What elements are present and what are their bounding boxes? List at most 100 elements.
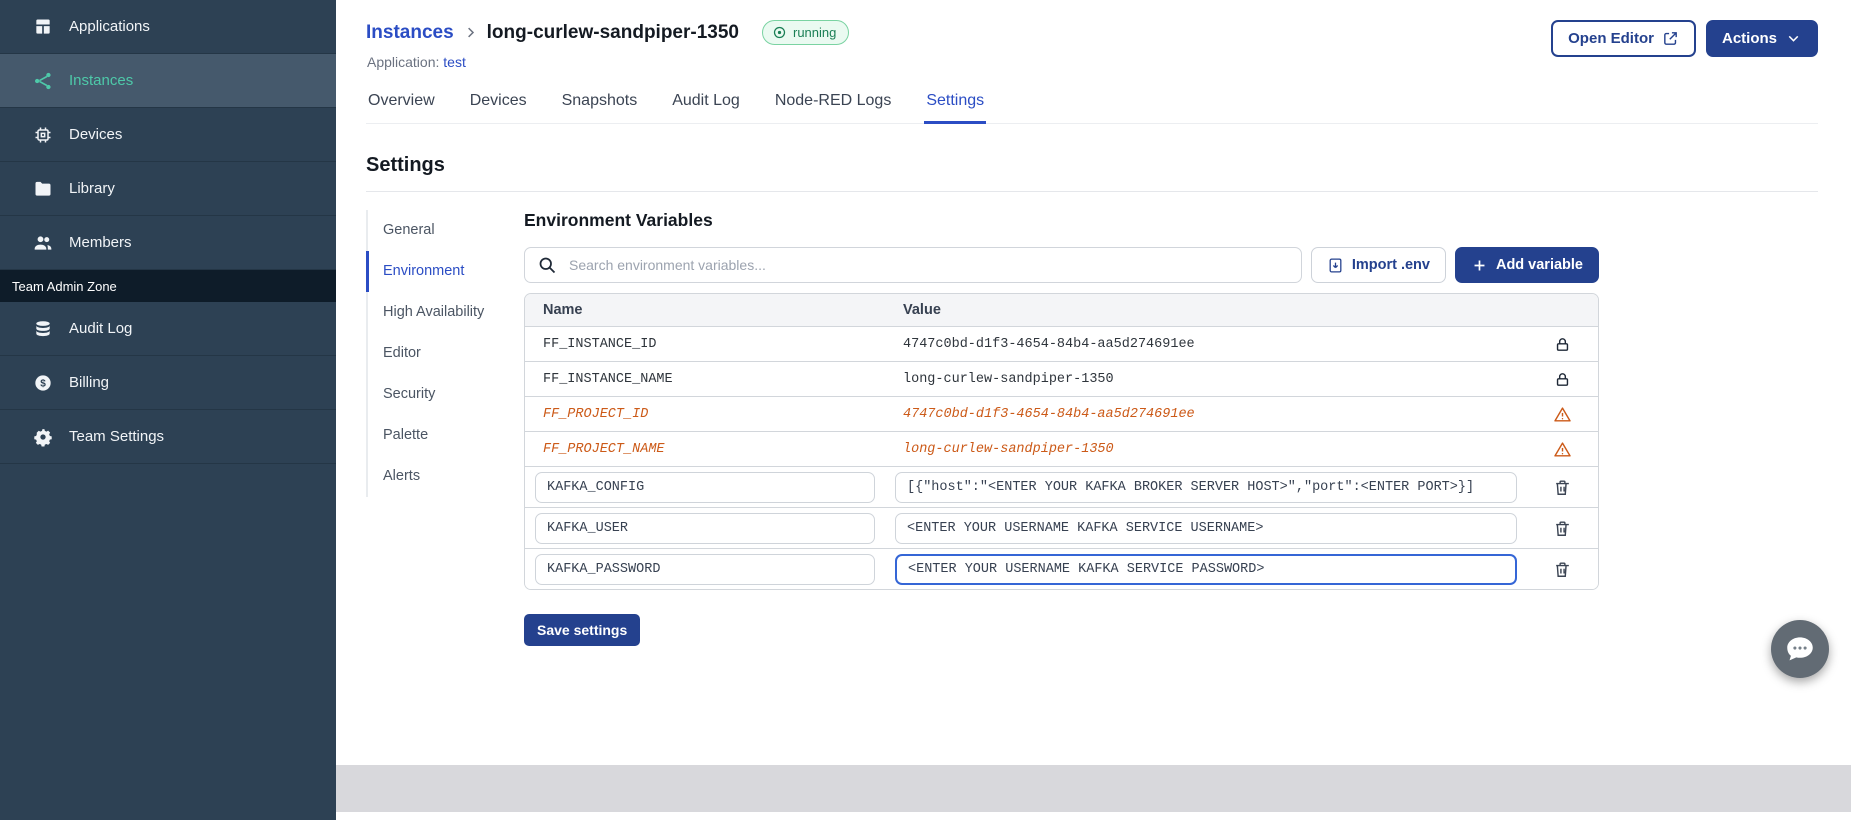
breadcrumb-instances-link[interactable]: Instances xyxy=(366,22,454,44)
chevron-right-icon xyxy=(463,25,478,40)
add-variable-button[interactable]: Add variable xyxy=(1454,247,1599,283)
trash-icon[interactable] xyxy=(1553,478,1572,497)
save-settings-button[interactable]: Save settings xyxy=(524,614,641,646)
trash-icon[interactable] xyxy=(1553,560,1572,579)
env-value-input-focused[interactable] xyxy=(895,553,1517,585)
sidebar-item-label: Audit Log xyxy=(69,320,133,337)
subnav-item-alerts[interactable]: Alerts xyxy=(366,456,524,498)
running-status-icon xyxy=(772,25,787,40)
subnav-item-palette[interactable]: Palette xyxy=(366,415,524,457)
tab-devices[interactable]: Devices xyxy=(468,86,529,123)
plus-icon xyxy=(1471,257,1488,274)
settings-divider xyxy=(366,191,1818,192)
env-value: 4747c0bd-d1f3-4654-84b4-aa5d274691ee xyxy=(903,336,1195,352)
sidebar-item-members[interactable]: Members xyxy=(0,216,336,270)
sidebar-item-applications[interactable]: Applications xyxy=(0,0,336,54)
env-name-input[interactable] xyxy=(535,471,875,503)
search-icon xyxy=(537,255,557,275)
billing-icon: $ xyxy=(33,373,53,393)
env-value: 4747c0bd-d1f3-4654-84b4-aa5d274691ee xyxy=(903,406,1195,422)
library-icon xyxy=(33,179,53,199)
tab-node-red-logs[interactable]: Node-RED Logs xyxy=(773,86,894,123)
application-link[interactable]: test xyxy=(443,54,466,70)
sidebar-item-audit-log[interactable]: Audit Log xyxy=(0,302,336,356)
sidebar-item-library[interactable]: Library xyxy=(0,162,336,216)
header-name: Name xyxy=(543,302,583,318)
settings-title: Settings xyxy=(366,154,445,176)
warning-icon xyxy=(1553,405,1572,424)
chat-widget-button[interactable] xyxy=(1771,620,1829,678)
env-name: FF_INSTANCE_ID xyxy=(543,336,657,352)
table-row xyxy=(525,548,1598,589)
svg-text:$: $ xyxy=(40,378,46,389)
sidebar-item-instances[interactable]: Instances xyxy=(0,54,336,108)
lock-icon xyxy=(1554,371,1571,388)
chat-icon xyxy=(1783,632,1817,666)
subnav-item-security[interactable]: Security xyxy=(366,374,524,416)
env-name: FF_INSTANCE_NAME xyxy=(543,371,673,387)
sidebar-item-label: Applications xyxy=(69,18,150,35)
chevron-down-icon xyxy=(1785,30,1802,47)
sidebar-item-devices[interactable]: Devices xyxy=(0,108,336,162)
env-name-input[interactable] xyxy=(535,512,875,544)
app-window: Applications Instances Devices Library M… xyxy=(0,0,1851,826)
env-name-input[interactable] xyxy=(535,553,875,585)
tab-settings[interactable]: Settings xyxy=(924,86,987,124)
sidebar-item-label: Instances xyxy=(69,72,134,89)
environment-panel: Environment Variables Impo xyxy=(524,210,1599,646)
trash-icon[interactable] xyxy=(1553,519,1572,538)
subnav-item-general[interactable]: General xyxy=(366,210,524,252)
table-row xyxy=(525,507,1598,548)
application-label: Application: xyxy=(367,54,440,70)
sidebar-item-label: Library xyxy=(69,180,115,197)
footer-band xyxy=(336,765,1851,812)
subnav-item-editor[interactable]: Editor xyxy=(366,333,524,375)
applications-icon xyxy=(33,17,53,37)
status-badge-label: running xyxy=(793,25,837,40)
open-editor-button[interactable]: Open Editor xyxy=(1551,20,1696,57)
tab-snapshots[interactable]: Snapshots xyxy=(560,86,640,123)
import-env-button[interactable]: Import .env xyxy=(1310,247,1446,283)
env-name: FF_PROJECT_NAME xyxy=(543,441,665,457)
tab-audit-log[interactable]: Audit Log xyxy=(670,86,742,123)
actions-label: Actions xyxy=(1721,30,1777,47)
audit-log-icon xyxy=(33,319,53,339)
search-wrap xyxy=(524,247,1302,283)
header-value: Value xyxy=(903,302,941,318)
settings-content: Settings General Environment High Availa… xyxy=(336,154,1851,646)
sidebar-item-label: Billing xyxy=(69,374,110,391)
sidebar-item-billing[interactable]: $ Billing xyxy=(0,356,336,410)
breadcrumb: Instances long-curlew-sandpiper-1350 run… xyxy=(366,20,850,45)
env-value-input[interactable] xyxy=(895,471,1517,503)
search-input[interactable] xyxy=(524,247,1302,283)
lock-icon xyxy=(1554,336,1571,353)
sidebar-item-team-settings[interactable]: Team Settings xyxy=(0,410,336,464)
sidebar: Applications Instances Devices Library M… xyxy=(0,0,336,820)
subnav-item-high-availability[interactable]: High Availability xyxy=(366,292,524,334)
panel-title: Environment Variables xyxy=(524,210,713,230)
sidebar-item-label: Devices xyxy=(69,126,123,143)
env-value: long-curlew-sandpiper-1350 xyxy=(903,371,1114,387)
external-link-icon xyxy=(1662,30,1679,47)
team-admin-zone-label: Team Admin Zone xyxy=(0,270,336,302)
main-content: Instances long-curlew-sandpiper-1350 run… xyxy=(336,0,1851,826)
tab-overview[interactable]: Overview xyxy=(366,86,437,123)
table-header: Name Value xyxy=(525,294,1598,326)
sidebar-item-label: Team Settings xyxy=(69,428,165,445)
instance-name: long-curlew-sandpiper-1350 xyxy=(486,21,739,43)
settings-subnav: General Environment High Availability Ed… xyxy=(366,210,524,646)
subnav-item-environment[interactable]: Environment xyxy=(366,251,524,293)
add-variable-label: Add variable xyxy=(1495,257,1583,273)
table-row: FF_PROJECT_ID 4747c0bd-d1f3-4654-84b4-aa… xyxy=(525,396,1598,431)
env-variables-table: Name Value FF_INSTANCE_ID 4747c0bd-d1f3-… xyxy=(524,293,1599,590)
table-row xyxy=(525,466,1598,507)
import-env-label: Import .env xyxy=(1351,257,1430,273)
env-value-input[interactable] xyxy=(895,512,1517,544)
env-toolbar: Import .env Add variable xyxy=(524,247,1599,283)
actions-button[interactable]: Actions xyxy=(1705,20,1818,57)
status-badge: running xyxy=(762,20,850,45)
sidebar-item-label: Members xyxy=(69,234,132,251)
gear-icon xyxy=(33,427,53,447)
members-icon xyxy=(33,233,53,253)
warning-icon xyxy=(1553,440,1572,459)
